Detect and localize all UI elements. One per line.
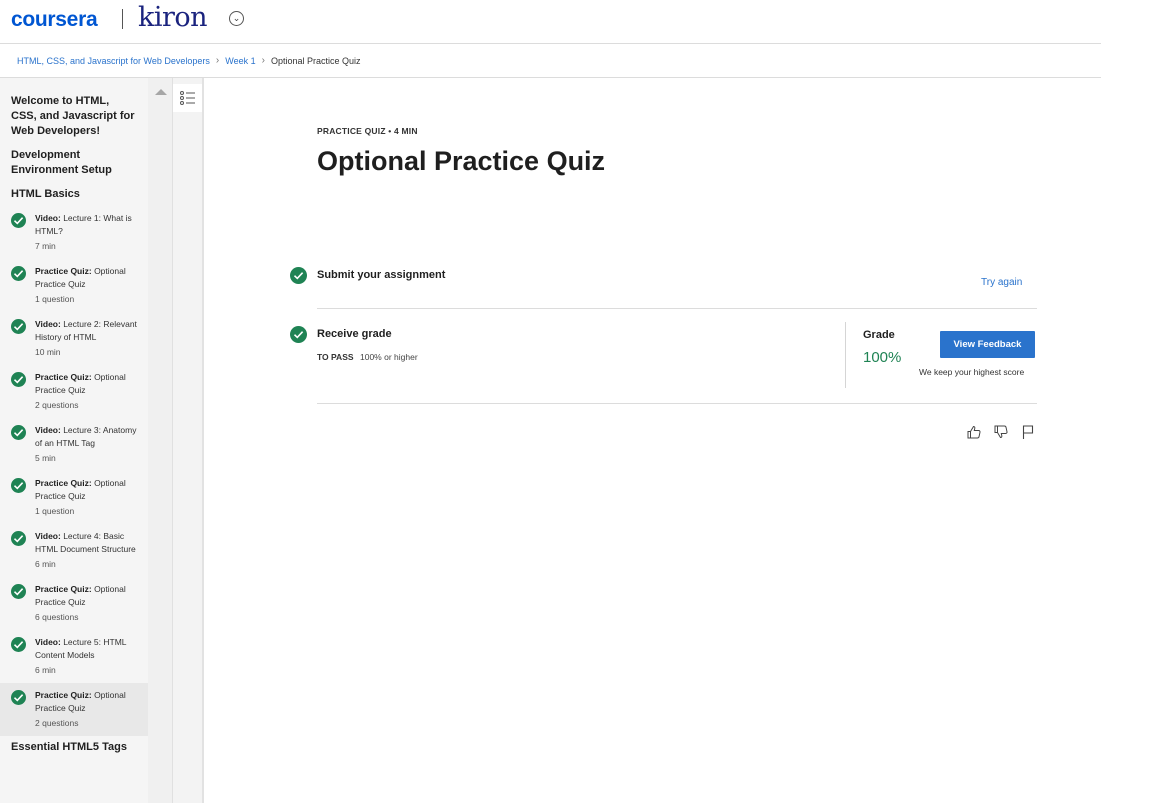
check-circle-icon xyxy=(11,319,26,334)
lesson-meta: 6 questions xyxy=(35,612,79,622)
lesson-meta: 7 min xyxy=(35,241,56,251)
sidebar-scrollbar[interactable] xyxy=(148,78,173,803)
lesson-kind: Practice Quiz: xyxy=(35,266,92,276)
main-content: PRACTICE QUIZ • 4 MIN Optional Practice … xyxy=(206,78,1101,803)
sidebar-lesson-item[interactable]: Video: Lecture 4: Basic HTML Document St… xyxy=(0,524,148,577)
sidebar-lesson-item[interactable]: Video: Lecture 5: HTML Content Models 6 m… xyxy=(0,630,148,683)
lesson-meta: 5 min xyxy=(35,453,56,463)
outline-rail xyxy=(173,78,204,803)
lesson-title: Video: Lecture 4: Basic HTML Document St… xyxy=(35,530,140,556)
lesson-kind: Practice Quiz: xyxy=(35,372,92,382)
section-dev-env[interactable]: Development Environment Setup xyxy=(0,148,148,178)
check-circle-icon xyxy=(290,326,307,343)
divider xyxy=(317,403,1037,404)
check-circle-icon xyxy=(11,690,26,705)
lesson-meta: 1 question xyxy=(35,506,75,516)
page-title: Optional Practice Quiz xyxy=(317,146,606,176)
lesson-meta: 6 min xyxy=(35,665,56,675)
receive-grade-title: Receive grade xyxy=(317,328,392,340)
section-welcome[interactable]: Welcome to HTML, CSS, and Javascript for… xyxy=(0,94,148,139)
lesson-kind: Video: xyxy=(35,213,61,223)
lesson-kind: Video: xyxy=(35,637,61,647)
chevron-down-icon[interactable]: ⌄ xyxy=(229,11,244,26)
check-circle-icon xyxy=(11,266,26,281)
check-circle-icon xyxy=(11,531,26,546)
item-type-label: PRACTICE QUIZ • 4 MIN xyxy=(317,126,418,136)
grade-value: 100% xyxy=(863,349,902,366)
sidebar-lesson-item[interactable]: Video: Lecture 1: What is HTML? 7 min xyxy=(0,206,148,259)
lesson-meta: 1 question xyxy=(35,294,75,304)
lesson-title: Video: Lecture 1: What is HTML? xyxy=(35,212,140,238)
grade-label: Grade xyxy=(863,329,895,341)
check-circle-icon xyxy=(11,584,26,599)
logo-divider xyxy=(122,9,123,29)
to-pass-value: 100% or higher xyxy=(360,352,418,362)
lesson-meta: 2 questions xyxy=(35,400,79,410)
highest-score-note: We keep your highest score xyxy=(919,367,1025,377)
outline-toggle-button[interactable] xyxy=(173,84,202,112)
section-essential-html5[interactable]: Essential HTML5 Tags xyxy=(0,740,148,755)
sidebar-lesson-item[interactable]: Video: Lecture 3: Anatomy of an HTML Tag… xyxy=(0,418,148,471)
sidebar-lesson-item[interactable]: Practice Quiz: Optional Practice Quiz 1 q… xyxy=(0,259,148,312)
lesson-kind: Video: xyxy=(35,319,61,329)
section-html-basics[interactable]: HTML Basics xyxy=(0,187,148,202)
sidebar-lesson-item[interactable]: Practice Quiz: Optional Practice Quiz 6 q… xyxy=(0,577,148,630)
lesson-kind: Practice Quiz: xyxy=(35,478,92,488)
view-feedback-button[interactable]: View Feedback xyxy=(940,331,1035,358)
check-circle-icon xyxy=(290,267,307,284)
divider xyxy=(317,308,1037,309)
lesson-kind: Practice Quiz: xyxy=(35,690,92,700)
lesson-kind: Video: xyxy=(35,531,61,541)
lesson-meta: 6 min xyxy=(35,559,56,569)
check-circle-icon xyxy=(11,372,26,387)
kiron-logo[interactable]: kiron xyxy=(138,2,208,33)
breadcrumb-current: Optional Practice Quiz xyxy=(270,55,361,66)
coursera-logo[interactable]: coursera xyxy=(11,8,98,32)
sidebar-lesson-item[interactable]: Practice Quiz: Optional Practice Quiz 1 q… xyxy=(0,471,148,524)
list-icon xyxy=(180,91,195,105)
breadcrumb-week-link[interactable]: Week 1 xyxy=(225,56,255,66)
submit-assignment-title: Submit your assignment xyxy=(317,269,446,281)
lesson-title: Video: Lecture 5: HTML Content Models xyxy=(35,636,140,662)
try-again-link[interactable]: Try again xyxy=(981,277,1022,288)
lesson-meta: 10 min xyxy=(35,347,61,357)
lesson-kind: Video: xyxy=(35,425,61,435)
lesson-title: Practice Quiz: Optional Practice Quiz xyxy=(35,371,140,397)
check-circle-icon xyxy=(11,478,26,493)
course-sidebar: Welcome to HTML, CSS, and Javascript for… xyxy=(0,78,148,803)
lesson-title: Practice Quiz: Optional Practice Quiz xyxy=(35,477,140,503)
to-pass-label: TO PASS xyxy=(317,352,354,362)
thumbs-up-icon[interactable] xyxy=(966,424,982,440)
lesson-title: Practice Quiz: Optional Practice Quiz xyxy=(35,265,140,291)
lesson-meta: 2 questions xyxy=(35,718,79,728)
top-header: coursera kiron ⌄ xyxy=(0,0,1101,44)
flag-icon[interactable] xyxy=(1020,424,1036,440)
lesson-title: Video: Lecture 3: Anatomy of an HTML Tag xyxy=(35,424,140,450)
lesson-title: Video: Lecture 2: Relevant History of HT… xyxy=(35,318,140,344)
check-circle-icon xyxy=(11,637,26,652)
check-circle-icon xyxy=(11,213,26,228)
check-circle-icon xyxy=(11,425,26,440)
scroll-up-arrow-icon[interactable] xyxy=(155,89,167,95)
lesson-title: Practice Quiz: Optional Practice Quiz xyxy=(35,689,140,715)
lesson-title: Practice Quiz: Optional Practice Quiz xyxy=(35,583,140,609)
chevron-right-icon: › xyxy=(215,55,220,66)
sidebar-lesson-item[interactable]: Practice Quiz: Optional Practice Quiz 2 q… xyxy=(0,683,148,736)
vertical-divider xyxy=(845,322,846,388)
sidebar-lesson-item[interactable]: Practice Quiz: Optional Practice Quiz 2 q… xyxy=(0,365,148,418)
breadcrumb: HTML, CSS, and Javascript for Web Develo… xyxy=(0,44,1101,78)
thumbs-down-icon[interactable] xyxy=(993,424,1009,440)
sidebar-lesson-item[interactable]: Video: Lecture 2: Relevant History of HT… xyxy=(0,312,148,365)
chevron-right-icon: › xyxy=(261,55,265,66)
lesson-kind: Practice Quiz: xyxy=(35,584,92,594)
breadcrumb-course-link[interactable]: HTML, CSS, and Javascript for Web Develo… xyxy=(17,56,210,66)
